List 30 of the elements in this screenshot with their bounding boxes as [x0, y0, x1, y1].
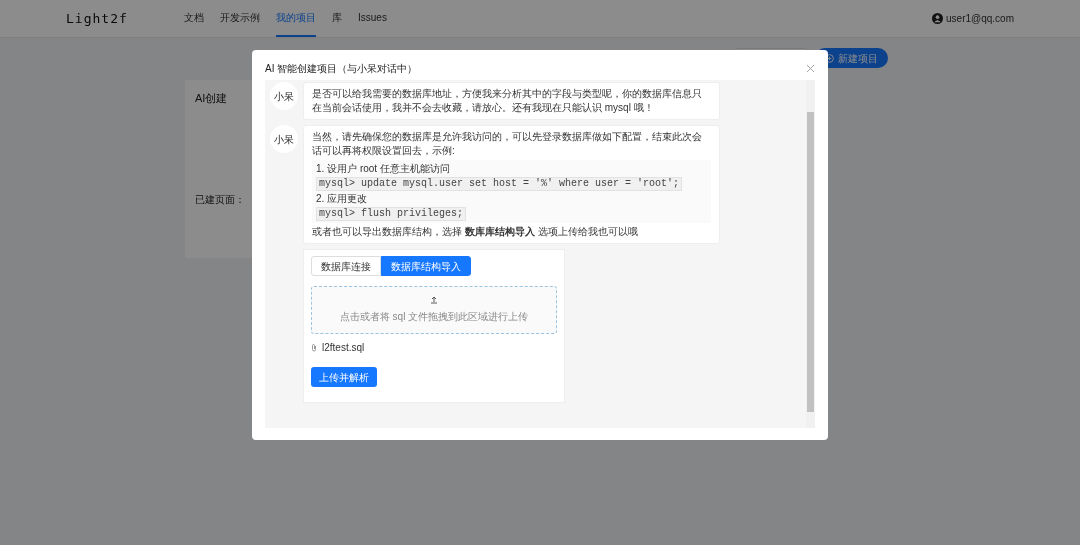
- nav-tab[interactable]: 开发示例: [220, 0, 260, 37]
- segment-tab[interactable]: 数据库连接: [311, 256, 381, 276]
- step-text: 2. 应用更改: [316, 192, 368, 206]
- pages-label: 已建页面：: [195, 192, 245, 207]
- scrollbar[interactable]: [806, 80, 815, 428]
- logo: Light2f: [66, 9, 129, 28]
- card-title: AI创建: [195, 91, 228, 106]
- code-snippet: mysql> update mysql.user set host = '%' where user = 'root';: [316, 177, 683, 191]
- step-text: 1. 设用户 root 任意主机能访问: [316, 162, 450, 176]
- user-icon: [932, 13, 944, 24]
- upload-button[interactable]: 上传并解析: [311, 367, 377, 387]
- close-icon[interactable]: [806, 63, 815, 73]
- message-text: 当然，请先确保您的数据库是允许我访问的，可以先登录数据库做如下配置，结束此次会话可以再将权限设置回去，示例:: [312, 130, 703, 158]
- upload-icon: [430, 296, 438, 304]
- message-text: 或者也可以导出数据库结构，选择 数库库结构导入 选项上传给我也可以哦: [312, 225, 639, 239]
- nav-tab[interactable]: 库: [332, 0, 342, 37]
- nav-tab[interactable]: 我的项目: [276, 0, 316, 37]
- file-name: l2ftest.sql: [322, 341, 365, 355]
- segment-tab[interactable]: 数据库结构导入: [381, 256, 471, 276]
- user-email: user1@qq.com: [946, 12, 1014, 26]
- paperclip-icon: [311, 343, 317, 352]
- avatar: 小呆: [270, 125, 298, 153]
- dropzone-hint: 点击或者将 sql 文件拖拽到此区域进行上传: [339, 310, 529, 324]
- nav-tab[interactable]: Issues: [358, 0, 387, 37]
- code-snippet: mysql> flush privileges;: [316, 207, 467, 221]
- nav-tab[interactable]: 文档: [184, 0, 204, 37]
- message-text: 是否可以给我需要的数据库地址，方便我来分析其中的字段与类型呢，你的数据库信息只在当前会话使用，我并不会去收藏，请放心。还有我现在只能认识 mysql 哦！: [312, 87, 703, 115]
- modal-title: AI 智能创建项目（与小呆对话中）: [265, 61, 418, 76]
- upload-dropzone[interactable]: 点击或者将 sql 文件拖拽到此区域进行上传: [311, 286, 557, 334]
- avatar: 小呆: [270, 82, 298, 110]
